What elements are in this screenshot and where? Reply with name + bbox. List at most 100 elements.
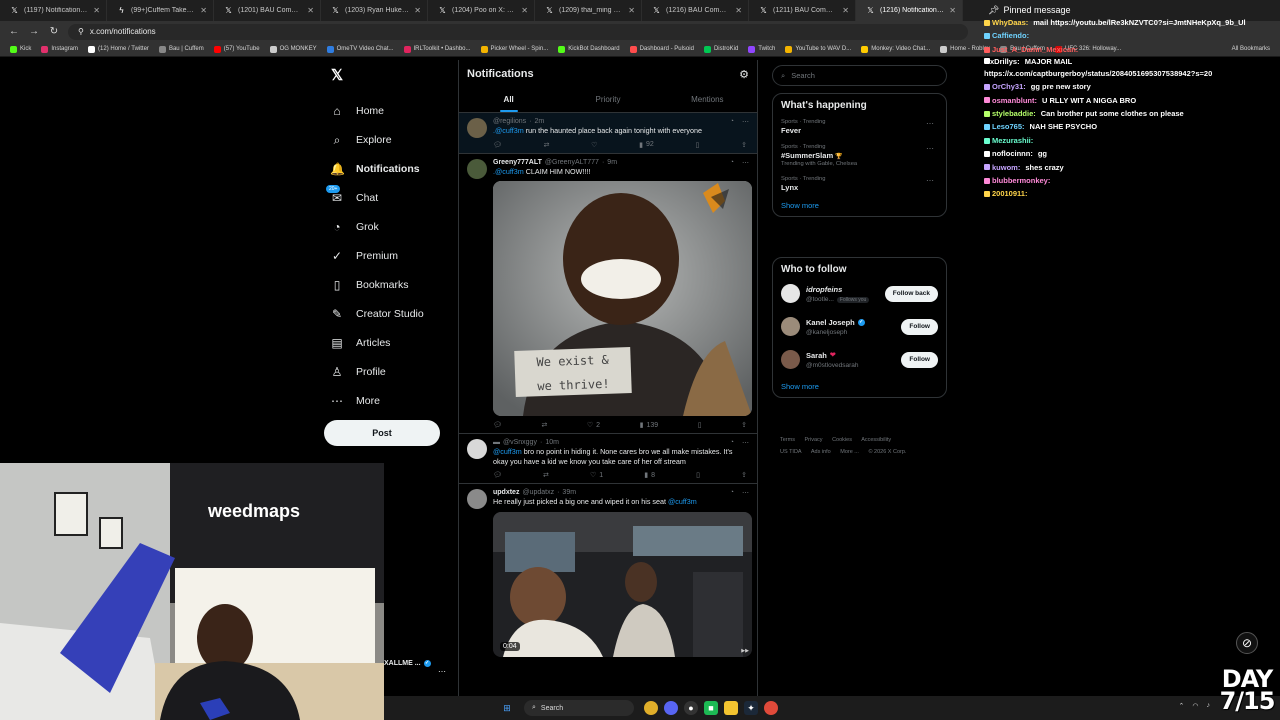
search-input[interactable]: ⌕ Search [772, 65, 947, 86]
bookmark-item[interactable]: Home - Roblox [940, 45, 990, 53]
like-button[interactable]: ♡ 1 [590, 471, 603, 480]
chrome-icon[interactable] [764, 701, 778, 715]
nav-explore[interactable]: ⌕ Explore [324, 125, 444, 154]
back-arrow-icon[interactable]: ← [8, 26, 20, 37]
follow-button[interactable]: Follow [901, 318, 938, 335]
share-icon[interactable]: ⇪ [741, 471, 747, 479]
show-more-link[interactable]: Show more [781, 201, 938, 210]
notification-item[interactable]: @regilions · 2m .@cuff3m run the haunted… [459, 113, 757, 154]
browser-tab[interactable]: 𝕏 (1201) BAU Community / X ✕ [214, 0, 321, 21]
notification-item[interactable]: Greeny777ALT @GreenyALT777 · 9m .@cuff3m… [459, 154, 757, 434]
nav-chat[interactable]: ✉ 20+ Chat [324, 183, 444, 212]
mention-link[interactable]: @cuff3m [668, 497, 697, 506]
chat-username[interactable]: xDrillys: [990, 57, 1020, 66]
browser-tab[interactable]: 𝕏 (1197) Notifications / X ✕ [0, 0, 107, 21]
bookmark-item[interactable]: KickBot Dashboard [558, 45, 620, 53]
mention-link[interactable]: .@cuff3m [493, 126, 524, 135]
bookmark-icon[interactable]: ▯ [698, 421, 702, 429]
footer-link[interactable]: Accessibility [861, 437, 891, 443]
close-icon[interactable]: ✕ [93, 6, 100, 15]
retweet-icon[interactable]: ⇄ [543, 471, 549, 479]
bookmark-icon[interactable]: ▯ [696, 141, 700, 149]
trend-item[interactable]: Sports · Trending Fever ⋯ [781, 119, 938, 135]
footer-link[interactable]: Ads info [811, 449, 831, 455]
chat-username[interactable]: Mezurashii: [992, 134, 1033, 147]
bookmark-item[interactable]: Dashboard - Pulsoid [629, 45, 694, 53]
chat-username[interactable]: noflocinnn: [992, 147, 1033, 160]
browser-tab[interactable]: 𝕏 (1204) Poo on X: "https://t... ✕ [428, 0, 535, 21]
site-info-icon[interactable]: ⚲ [78, 27, 84, 36]
browser-tab[interactable]: 𝕏 (1216) Notifications / X ✕ [856, 0, 963, 21]
like-icon[interactable]: ♡ [591, 141, 597, 149]
grok-icon[interactable]: ◔ [730, 159, 734, 167]
chat-username[interactable]: stylebaddie: [992, 107, 1036, 120]
chevron-up-icon[interactable]: ⌃ [1179, 702, 1185, 710]
mention-link[interactable]: .@cuff3m [493, 167, 524, 176]
avatar[interactable] [467, 158, 487, 179]
bookmark-item[interactable]: DistroKid [703, 45, 738, 53]
show-more-link[interactable]: Show more [781, 382, 938, 391]
x-logo-icon[interactable]: 𝕏 [331, 66, 444, 86]
views-count[interactable]: ▮ 92 [639, 141, 654, 149]
follow-back-button[interactable]: Follow back [884, 285, 938, 302]
bookmark-item[interactable]: Twitch [748, 45, 775, 53]
reply-icon[interactable]: 💬︎ [493, 141, 502, 149]
steam-icon[interactable]: ✦ [744, 701, 758, 715]
tweet-video[interactable]: 0:04 ▶▶ [493, 511, 752, 657]
retweet-icon[interactable]: ⇄ [541, 421, 547, 429]
browser-tab[interactable]: 𝕏 (1211) BAU Community / X ✕ [749, 0, 856, 21]
trend-item[interactable]: Sports · Trending Lynx ⋯ [781, 176, 938, 192]
nav-bookmarks[interactable]: ▯ Bookmarks [324, 270, 444, 299]
obs-icon[interactable]: ● [684, 701, 698, 715]
forward-arrow-icon[interactable]: → [28, 26, 40, 37]
wifi-icon[interactable]: ◠ [1192, 702, 1198, 710]
reload-icon[interactable]: ↻ [48, 26, 60, 37]
reply-icon[interactable]: 💬︎ [493, 471, 502, 479]
close-icon[interactable]: ✕ [949, 6, 956, 15]
more-icon[interactable]: ⋯ [926, 176, 934, 185]
tweet-author[interactable]: updxtez [493, 489, 519, 496]
bookmark-item[interactable]: IRLToolkit • Dashbo... [403, 45, 471, 53]
avatar[interactable] [467, 118, 487, 138]
chat-username[interactable]: kuwom: [992, 161, 1020, 174]
tweet-image[interactable]: We exist & we thrive! [493, 181, 752, 416]
reply-icon[interactable]: 💬︎ [493, 421, 502, 429]
bookmark-item[interactable]: YouTube to WAV D... [785, 45, 851, 53]
footer-link[interactable]: Privacy [805, 437, 823, 443]
avatar[interactable] [781, 350, 800, 369]
tweet-handle[interactable]: @GreenyALT777 [545, 159, 599, 166]
nav-premium[interactable]: ✓ Premium [324, 241, 444, 270]
bookmark-item[interactable]: (57) YouTube [213, 45, 260, 53]
tweet-handle[interactable]: @updatxz [522, 489, 554, 496]
chat-username[interactable]: Just_A_Damn_Mexican: [992, 43, 1078, 56]
bookmark-item[interactable]: Picker Wheel - Spin... [480, 45, 548, 53]
more-icon[interactable]: ⋯ [742, 159, 749, 167]
chat-username[interactable]: Leso765: [992, 120, 1025, 133]
follow-suggestion[interactable]: Sarah ❤ @m0stlovedsarah Follow [781, 343, 938, 376]
footer-link[interactable]: Terms [780, 437, 795, 443]
chat-username[interactable]: osmanblunt: [992, 94, 1037, 107]
avatar[interactable] [781, 317, 800, 336]
bookmark-item[interactable]: Bau | Cuffem [158, 45, 204, 53]
nav-grok[interactable]: ◔ Grok [324, 212, 444, 241]
footer-link[interactable]: Cookies [832, 437, 852, 443]
views-count[interactable]: ▮ 8 [644, 471, 655, 480]
share-icon[interactable]: ⇪ [741, 141, 747, 149]
bookmark-icon[interactable]: ▯ [696, 471, 700, 479]
close-icon[interactable]: ✕ [414, 6, 421, 15]
bookmark-item[interactable]: (12) Home / Twitter [88, 45, 149, 53]
more-icon[interactable]: ⋯ [926, 119, 934, 128]
footer-link[interactable]: More ... [840, 449, 859, 455]
follow-suggestion[interactable]: Kanel Joseph ✓ @kaneljoseph Follow [781, 310, 938, 343]
volume-icon[interactable]: ♪ [1207, 702, 1211, 710]
avatar[interactable] [467, 489, 487, 509]
tab-mentions[interactable]: Mentions [658, 88, 757, 112]
more-icon[interactable]: ⋯ [742, 489, 749, 497]
nav-notifications[interactable]: 🔔 Notifications [324, 154, 444, 183]
gear-icon[interactable]: ⚙ [739, 68, 749, 81]
close-icon[interactable]: ✕ [628, 6, 635, 15]
views-count[interactable]: ▮ 139 [640, 421, 659, 430]
close-icon[interactable]: ✕ [521, 6, 528, 15]
nav-articles[interactable]: ▤ Articles [324, 328, 444, 357]
more-icon[interactable]: ⋯ [438, 667, 446, 676]
